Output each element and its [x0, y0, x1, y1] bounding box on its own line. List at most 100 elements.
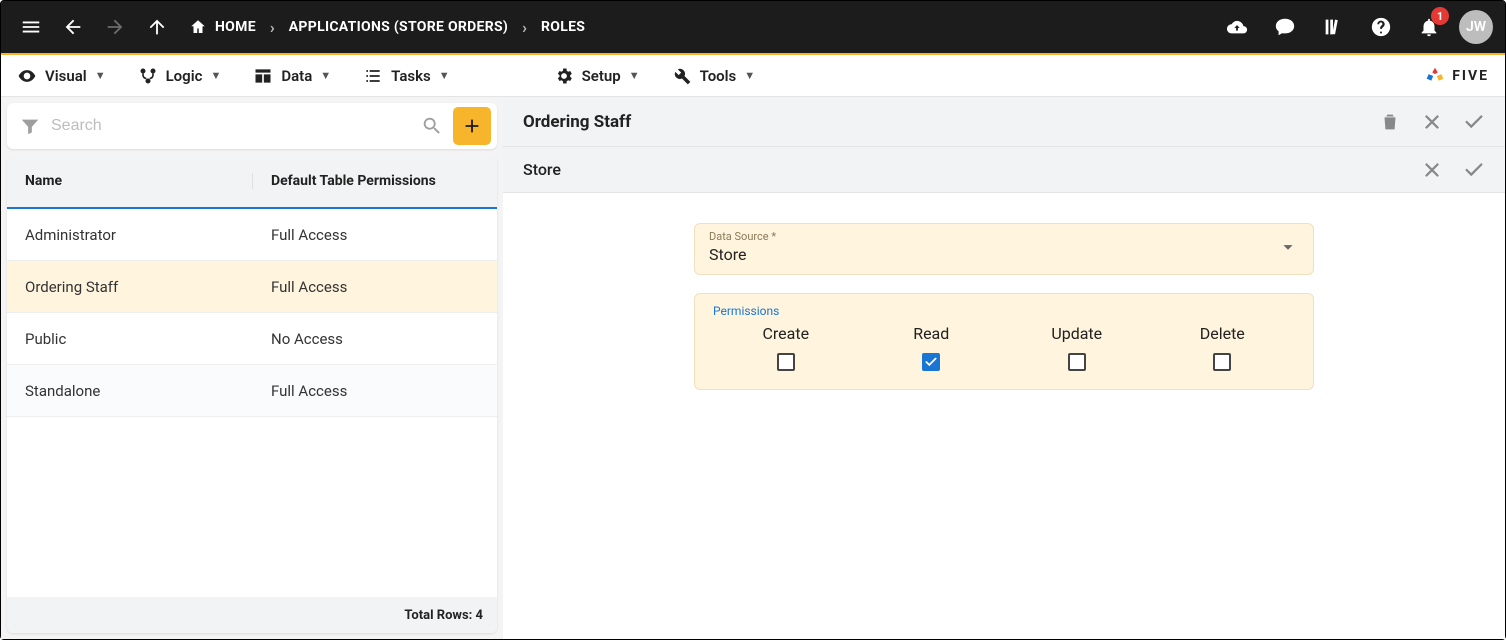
plus-icon: [461, 115, 483, 137]
filter-icon[interactable]: [19, 115, 41, 137]
table-row[interactable]: StandaloneFull Access: [7, 365, 497, 417]
menu-label: Tools: [700, 67, 737, 85]
permission-name: Update: [1004, 324, 1150, 343]
branch-icon: [138, 66, 158, 86]
cell-perm: Full Access: [253, 278, 497, 296]
forward-icon[interactable]: [97, 9, 133, 45]
breadcrumb-label: ROLES: [541, 19, 585, 35]
notification-badge: 1: [1431, 7, 1449, 25]
menu-setup[interactable]: Setup ▼: [554, 66, 640, 86]
delete-icon[interactable]: [1379, 111, 1401, 133]
detail-header: Ordering Staff: [503, 97, 1505, 147]
permission-item: Update: [1004, 324, 1150, 371]
permissions-box: Permissions CreateReadUpdateDelete: [694, 293, 1314, 390]
permission-item: Create: [713, 324, 859, 371]
detail-actions: [1379, 111, 1485, 133]
table-row[interactable]: Ordering StaffFull Access: [7, 261, 497, 313]
permission-item: Read: [859, 324, 1005, 371]
cloud-icon[interactable]: [1219, 9, 1255, 45]
table-row[interactable]: AdministratorFull Access: [7, 209, 497, 261]
detail-title: Ordering Staff: [523, 112, 631, 132]
search-card: [7, 103, 497, 149]
form-area: Data Source * Store Permissions CreateRe…: [503, 193, 1505, 639]
cell-name: Public: [7, 330, 253, 348]
menu-icon[interactable]: [13, 9, 49, 45]
caret-down-icon: ▼: [439, 69, 450, 82]
breadcrumb-home[interactable]: HOME: [189, 18, 256, 36]
cell-perm: Full Access: [253, 382, 497, 400]
menu-data[interactable]: Data ▼: [253, 66, 331, 86]
breadcrumb-label: APPLICATIONS (STORE ORDERS): [289, 19, 508, 35]
breadcrumb-roles[interactable]: ROLES: [541, 19, 585, 35]
caret-down-icon: ▼: [95, 69, 106, 82]
data-source-field[interactable]: Data Source * Store: [694, 223, 1314, 275]
menu-logic[interactable]: Logic ▼: [138, 66, 222, 86]
cell-perm: Full Access: [253, 226, 497, 244]
col-header-perm[interactable]: Default Table Permissions: [253, 173, 497, 189]
permission-name: Read: [859, 324, 1005, 343]
table-footer: Total Rows: 4: [7, 597, 497, 633]
form-column: Data Source * Store Permissions CreateRe…: [694, 223, 1314, 639]
row-count: Total Rows: 4: [404, 608, 483, 623]
table-body: AdministratorFull AccessOrdering StaffFu…: [7, 209, 497, 417]
brand-logo: FIVE: [1424, 65, 1489, 87]
roles-table: Name Default Table Permissions Administr…: [7, 155, 497, 633]
close-icon[interactable]: [1421, 111, 1443, 133]
breadcrumb-label: HOME: [215, 19, 256, 35]
menubar: Visual ▼ Logic ▼ Data ▼ Tasks ▼ Setup ▼ …: [1, 55, 1505, 97]
subsection-actions: [1421, 159, 1485, 181]
brand-text: FIVE: [1452, 68, 1489, 84]
permission-checkbox[interactable]: [1068, 353, 1086, 371]
gear-icon: [554, 66, 574, 86]
check-icon[interactable]: [1463, 159, 1485, 181]
permission-checkbox[interactable]: [922, 353, 940, 371]
search-input[interactable]: [51, 117, 411, 135]
chat-icon[interactable]: [1267, 9, 1303, 45]
table-row[interactable]: PublicNo Access: [7, 313, 497, 365]
breadcrumb: HOME › APPLICATIONS (STORE ORDERS) › ROL…: [189, 18, 585, 37]
breadcrumb-applications[interactable]: APPLICATIONS (STORE ORDERS): [289, 19, 508, 35]
permissions-grid: CreateReadUpdateDelete: [713, 324, 1295, 371]
notifications-icon[interactable]: 1: [1411, 9, 1447, 45]
permission-name: Create: [713, 324, 859, 343]
add-button[interactable]: [453, 107, 491, 145]
menu-label: Tasks: [391, 67, 431, 85]
list-icon: [363, 66, 383, 86]
cell-name: Standalone: [7, 382, 253, 400]
menu-label: Visual: [45, 67, 87, 85]
topbar-left: HOME › APPLICATIONS (STORE ORDERS) › ROL…: [13, 9, 585, 45]
wrench-icon: [672, 66, 692, 86]
field-label: Data Source *: [709, 230, 1299, 243]
home-icon: [189, 18, 207, 36]
right-pane: Ordering Staff Store Data Source * Store: [503, 97, 1505, 639]
field-value: Store: [709, 245, 1299, 264]
avatar[interactable]: JW: [1459, 10, 1493, 44]
topbar-right: 1 JW: [1219, 9, 1493, 45]
caret-down-icon: ▼: [629, 69, 640, 82]
left-pane: Name Default Table Permissions Administr…: [1, 97, 503, 639]
search-icon[interactable]: [421, 115, 443, 137]
eye-icon: [17, 66, 37, 86]
subsection-title: Store: [523, 160, 561, 179]
menu-tasks[interactable]: Tasks ▼: [363, 66, 449, 86]
col-header-name[interactable]: Name: [7, 173, 253, 189]
permission-checkbox[interactable]: [1213, 353, 1231, 371]
up-icon[interactable]: [139, 9, 175, 45]
topbar: HOME › APPLICATIONS (STORE ORDERS) › ROL…: [1, 1, 1505, 55]
back-icon[interactable]: [55, 9, 91, 45]
caret-down-icon: ▼: [320, 69, 331, 82]
menu-tools[interactable]: Tools ▼: [672, 66, 756, 86]
chevron-right-icon: ›: [270, 18, 275, 37]
check-icon[interactable]: [1463, 111, 1485, 133]
menu-label: Setup: [582, 67, 621, 85]
cell-perm: No Access: [253, 330, 497, 348]
main-area: Name Default Table Permissions Administr…: [1, 97, 1505, 639]
help-icon[interactable]: [1363, 9, 1399, 45]
library-icon[interactable]: [1315, 9, 1351, 45]
menu-visual[interactable]: Visual ▼: [17, 66, 106, 86]
permission-checkbox[interactable]: [777, 353, 795, 371]
menu-label: Data: [281, 67, 312, 85]
permissions-label: Permissions: [713, 304, 1295, 318]
chevron-down-icon: [1277, 236, 1299, 262]
close-icon[interactable]: [1421, 159, 1443, 181]
